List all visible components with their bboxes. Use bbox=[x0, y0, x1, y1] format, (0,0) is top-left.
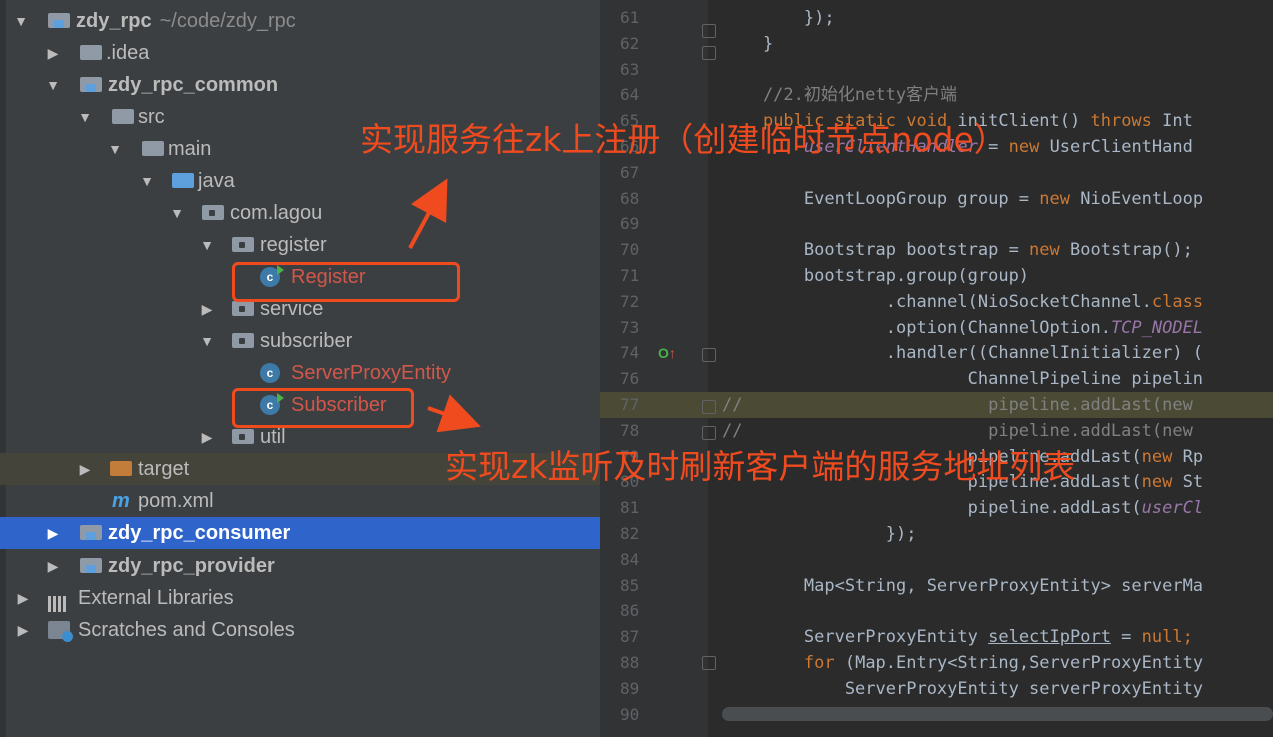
annotation-arrows bbox=[408, 178, 481, 433]
arrow-to-subscriber bbox=[427, 394, 481, 433]
arrow-to-register bbox=[408, 178, 448, 249]
